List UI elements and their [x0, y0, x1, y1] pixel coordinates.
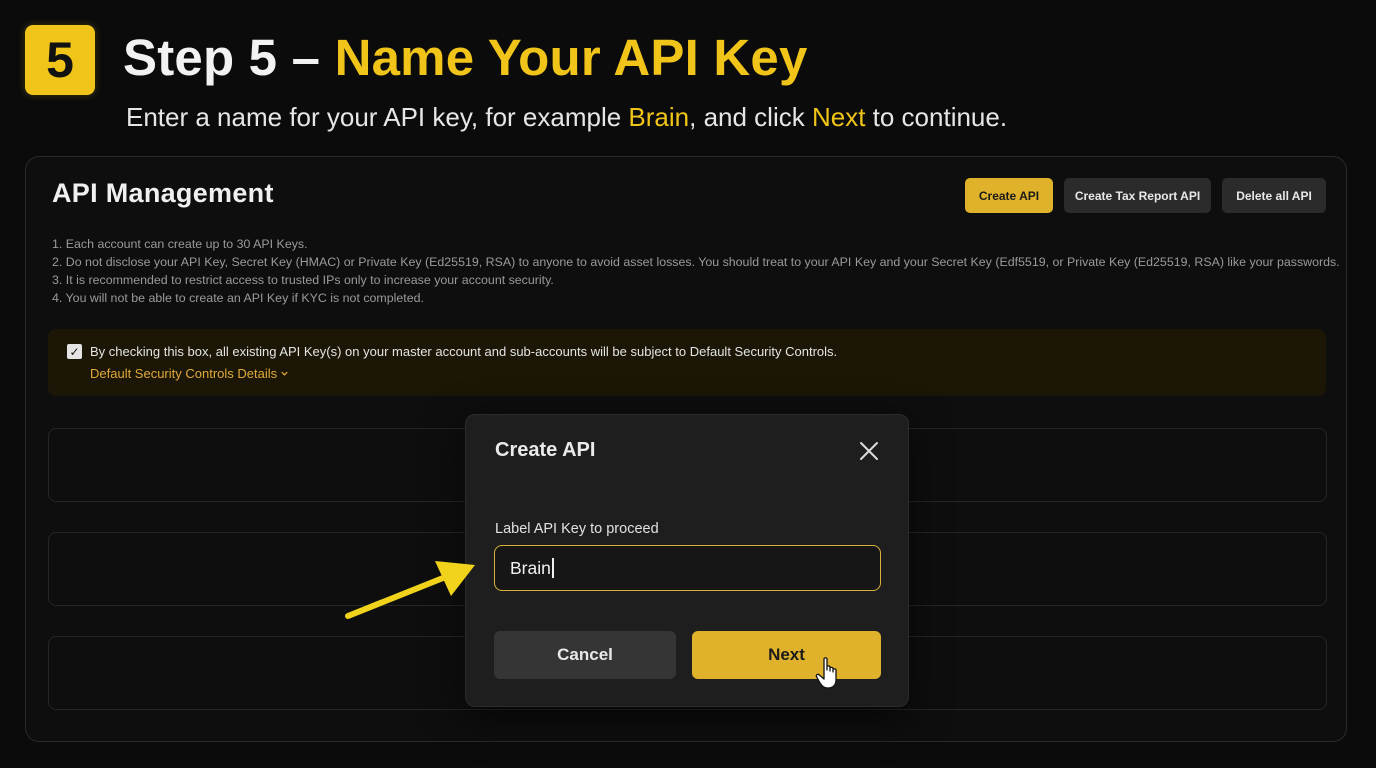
hand-cursor-icon [815, 657, 837, 689]
check-icon: ✓ [69, 344, 80, 359]
subtitle-text-3: to continue. [865, 102, 1008, 132]
security-controls-box: ✓ By checking this box, all existing API… [48, 329, 1326, 396]
cancel-button[interactable]: Cancel [494, 631, 676, 679]
note-item: 3. It is recommended to restrict access … [52, 273, 554, 287]
api-key-label-text: Label API Key to proceed [495, 521, 659, 537]
chevron-down-icon [281, 371, 288, 376]
note-item: 4. You will not be able to create an API… [52, 291, 424, 305]
security-controls-details-link[interactable]: Default Security Controls Details [90, 366, 289, 381]
subtitle-text-2: , and click [689, 102, 812, 132]
security-controls-text: By checking this box, all existing API K… [90, 344, 838, 359]
note-item: 1. Each account can create up to 30 API … [52, 237, 308, 251]
step-title-accent: Name Your API Key [334, 29, 808, 86]
modal-title: Create API [495, 439, 596, 461]
api-notes-list: 1. Each account can create up to 30 API … [52, 235, 1340, 307]
step-title-prefix: Step 5 – [123, 29, 335, 86]
step-number-badge: 5 [25, 25, 95, 95]
subtitle-text-1: Enter a name for your API key, for examp… [126, 102, 629, 132]
step-title: Step 5 – Name Your API Key [123, 28, 808, 87]
security-controls-details-label: Default Security Controls Details [90, 366, 278, 381]
next-button[interactable]: Next [692, 631, 881, 679]
create-api-button[interactable]: Create API [965, 178, 1053, 213]
security-controls-checkbox[interactable]: ✓ [67, 344, 82, 359]
close-icon[interactable] [857, 439, 881, 463]
step-subtitle: Enter a name for your API key, for examp… [126, 102, 1007, 133]
delete-all-api-button[interactable]: Delete all API [1222, 178, 1326, 213]
create-tax-report-api-button[interactable]: Create Tax Report API [1064, 178, 1211, 213]
text-caret [552, 558, 554, 578]
panel-title: API Management [52, 178, 274, 208]
note-item: 2. Do not disclose your API Key, Secret … [52, 255, 1340, 269]
subtitle-highlight-brain: Brain [628, 102, 690, 132]
subtitle-highlight-next: Next [811, 102, 866, 132]
pointer-arrow [345, 561, 475, 619]
